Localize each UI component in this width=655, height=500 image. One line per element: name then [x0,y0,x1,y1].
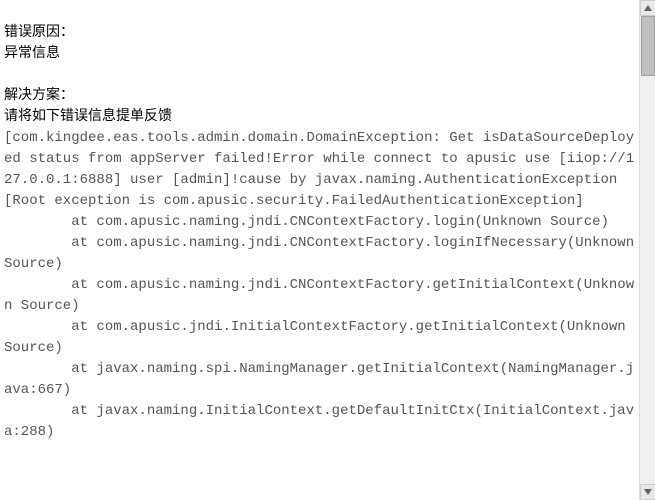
solution-label: 解决方案： [4,88,74,104]
scroll-thumb[interactable] [641,16,655,76]
scroll-down-button[interactable] [640,484,655,500]
error-panel: 错误原因： 异常信息 解决方案： 请将如下错误信息提单反馈 [com.kingd… [0,0,640,445]
scroll-up-button[interactable] [640,0,655,16]
chevron-up-icon [644,5,652,11]
error-reason-text: 异常信息 [4,46,60,62]
solution-text: 请将如下错误信息提单反馈 [4,109,172,125]
error-reason-label: 错误原因： [4,25,74,41]
stacktrace-text: [com.kingdee.eas.tools.admin.domain.Doma… [4,130,643,440]
chevron-down-icon [644,489,652,495]
vertical-scrollbar[interactable] [639,0,655,500]
